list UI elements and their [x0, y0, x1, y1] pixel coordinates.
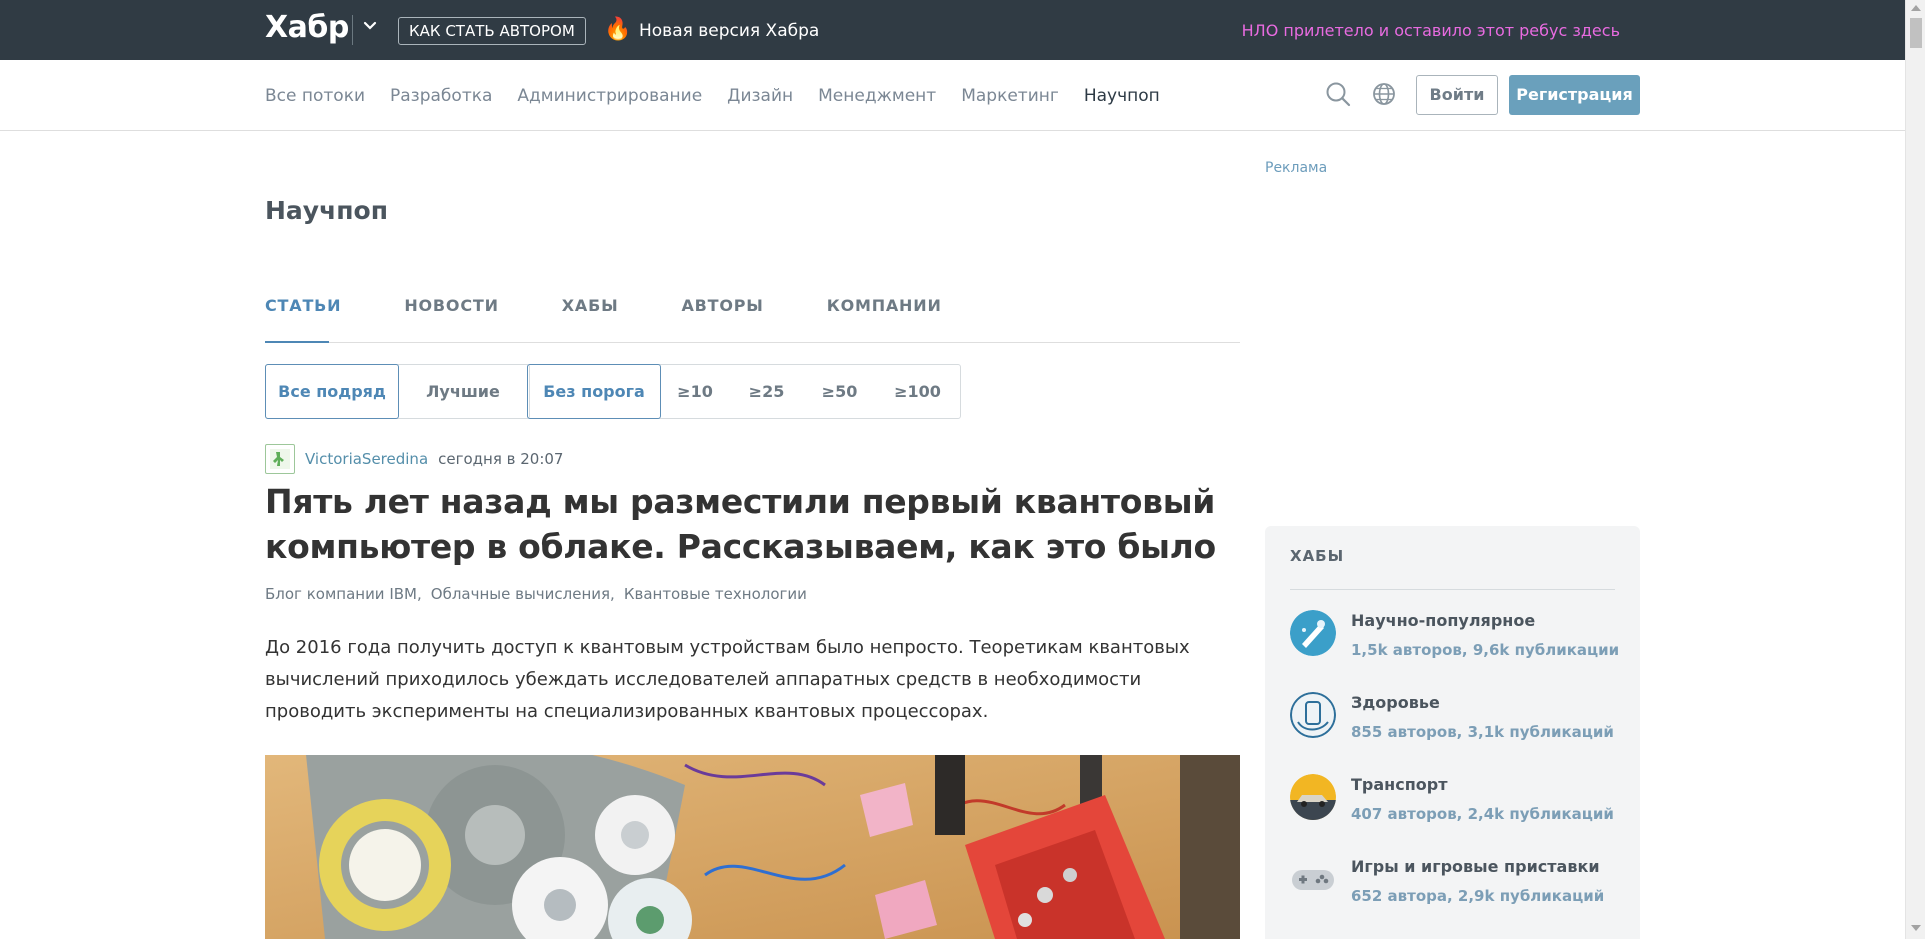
filter-all[interactable]: Все подряд	[265, 364, 399, 419]
hub-item[interactable]: Транспорт 407 авторов, 2,4k публикаций	[1290, 774, 1620, 834]
how-to-become-author-button[interactable]: КАК СТАТЬ АВТОРОМ	[398, 17, 586, 45]
health-icon	[1290, 692, 1336, 738]
car-icon	[1290, 774, 1336, 820]
hub-stats: 1,5k авторов, 9,6k публикации	[1351, 641, 1620, 659]
tab-articles[interactable]: СТАТЬИ	[265, 295, 341, 317]
filter-50[interactable]: ≥50	[803, 365, 876, 418]
post-title[interactable]: Пять лет назад мы разместили первый кван…	[265, 479, 1225, 569]
post-time: сегодня в 20:07	[438, 450, 564, 468]
filter-best[interactable]: Лучшие	[398, 365, 528, 418]
threshold-filter: Без порога ≥10 ≥25 ≥50 ≥100	[527, 364, 961, 419]
flow-develop[interactable]: Разработка	[390, 84, 492, 108]
filter-100[interactable]: ≥100	[876, 365, 959, 418]
fire-icon: 🔥	[604, 17, 632, 42]
hub-link[interactable]: Облачные вычисления,	[431, 585, 615, 603]
flows-list: Все потоки Разработка Администрирование …	[265, 84, 1160, 108]
scroll-up-arrow-icon[interactable]	[1911, 5, 1921, 11]
active-tab-underline	[265, 341, 329, 343]
hub-name[interactable]: Здоровье	[1351, 693, 1440, 712]
hubs-panel-title: ХАБЫ	[1290, 547, 1345, 565]
search-icon[interactable]	[1325, 81, 1351, 107]
hubs-panel: ХАБЫ Научно-популярное 1,5k авторов, 9,6…	[1265, 526, 1640, 939]
filter-10[interactable]: ≥10	[660, 365, 730, 418]
hub-item[interactable]: Здоровье 855 авторов, 3,1k публикаций	[1290, 692, 1620, 752]
flow-management[interactable]: Менеджмент	[818, 84, 936, 108]
hub-name[interactable]: Транспорт	[1351, 775, 1447, 794]
register-button[interactable]: Регистрация	[1509, 75, 1640, 115]
ad-label[interactable]: Реклама	[1265, 160, 1327, 176]
flow-popsci[interactable]: Научпоп	[1084, 84, 1160, 108]
post-meta: VictoriaSeredina сегодня в 20:07	[265, 444, 563, 474]
flow-marketing[interactable]: Маркетинг	[961, 84, 1059, 108]
login-button[interactable]: Войти	[1416, 75, 1498, 115]
post-lead: До 2016 года получить доступ к квантовым…	[265, 637, 1190, 722]
flow-all[interactable]: Все потоки	[265, 84, 365, 108]
tab-companies[interactable]: КОМПАНИИ	[827, 295, 942, 317]
hubs-panel-divider	[1290, 589, 1615, 590]
user-avatar-icon	[270, 449, 290, 469]
scroll-thumb[interactable]	[1910, 18, 1922, 48]
tabs-divider	[265, 342, 1240, 343]
sort-filter: Все подряд Лучшие	[265, 364, 530, 419]
filter-no-threshold[interactable]: Без порога	[527, 364, 661, 419]
hub-name[interactable]: Научно-популярное	[1351, 611, 1535, 630]
flows-nav: Все потоки Разработка Администрирование …	[0, 60, 1905, 131]
flow-design[interactable]: Дизайн	[727, 84, 793, 108]
flow-admin[interactable]: Администрирование	[517, 84, 702, 108]
hub-link[interactable]: Блог компании IBM,	[265, 585, 422, 603]
avatar[interactable]	[265, 444, 295, 474]
top-bar: Хабр КАК СТАТЬ АВТОРОМ 🔥 Новая версия Ха…	[0, 0, 1905, 60]
globe-icon[interactable]	[1372, 82, 1396, 106]
scroll-down-arrow-icon[interactable]	[1911, 925, 1921, 931]
hub-item[interactable]: Научно-популярное 1,5k авторов, 9,6k пуб…	[1290, 610, 1620, 670]
tab-authors[interactable]: АВТОРЫ	[681, 295, 763, 317]
hub-item[interactable]: Игры и игровые приставки 652 автора, 2,9…	[1290, 856, 1620, 916]
scrollbar[interactable]	[1905, 0, 1925, 939]
post-cover-image[interactable]	[265, 755, 1240, 939]
ufo-link[interactable]: НЛО прилетело и оставило этот ребус здес…	[1242, 18, 1620, 44]
hub-stats: 855 авторов, 3,1k публикаций	[1351, 723, 1614, 741]
tab-hubs[interactable]: ХАБЫ	[562, 295, 619, 317]
chevron-down-icon[interactable]	[362, 18, 378, 34]
hub-link[interactable]: Квантовые технологии	[624, 585, 807, 603]
gamepad-icon	[1290, 856, 1336, 902]
hub-stats: 407 авторов, 2,4k публикаций	[1351, 805, 1614, 823]
habr-logo[interactable]: Хабр	[265, 10, 349, 45]
hub-name[interactable]: Игры и игровые приставки	[1351, 857, 1600, 876]
section-tabs: СТАТЬИ НОВОСТИ ХАБЫ АВТОРЫ КОМПАНИИ	[265, 295, 1005, 317]
tab-news[interactable]: НОВОСТИ	[404, 295, 498, 317]
page-title: Научпоп	[265, 196, 388, 225]
hub-stats: 652 автора, 2,9k публикаций	[1351, 887, 1605, 905]
logo-divider	[352, 15, 353, 45]
science-icon	[1290, 610, 1336, 656]
author-link[interactable]: VictoriaSeredina	[305, 450, 428, 468]
new-version-link[interactable]: Новая версия Хабра	[639, 18, 819, 44]
workbench-photo	[265, 755, 1240, 939]
filter-25[interactable]: ≥25	[730, 365, 803, 418]
post-hubs: Блог компании IBM, Облачные вычисления, …	[265, 585, 807, 603]
